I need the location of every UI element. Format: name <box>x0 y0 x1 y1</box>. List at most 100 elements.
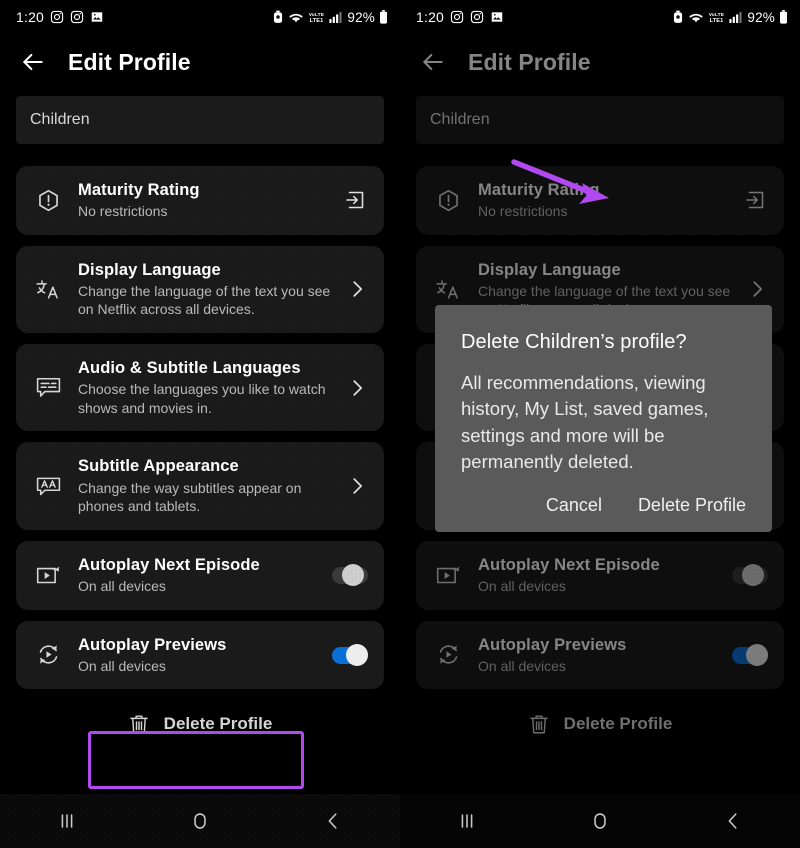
setting-row-maturity-rating[interactable]: Maturity Rating No restrictions <box>16 166 384 235</box>
setting-text: Autoplay Previews On all devices <box>64 635 342 676</box>
toggle-knob <box>346 643 368 666</box>
setting-title: Display Language <box>78 260 221 279</box>
back-icon[interactable] <box>713 804 753 838</box>
setting-row-display-language[interactable]: Display Language Change the language of … <box>16 245 384 334</box>
setting-title: Autoplay Previews <box>78 635 227 654</box>
subtitle-appearance-icon <box>32 474 64 499</box>
dialog-actions: Cancel Delete Profile <box>461 495 746 516</box>
photos-icon <box>490 10 504 24</box>
instagram-icon <box>470 10 484 24</box>
dialog-confirm-delete-button[interactable]: Delete Profile <box>638 495 746 516</box>
toggle-knob <box>742 564 764 587</box>
status-time: 1:20 <box>16 9 45 25</box>
autoplay-next-episode-toggle[interactable] <box>732 564 768 587</box>
status-bar: 1:20 VoLTE LTE1 92% <box>0 0 400 34</box>
dialog-cancel-button[interactable]: Cancel <box>546 495 602 516</box>
setting-subtitle: On all devices <box>478 657 566 674</box>
setting-text: Autoplay Previews On all devices <box>464 635 742 676</box>
trash-icon <box>528 713 550 736</box>
back-arrow-icon[interactable] <box>20 49 46 75</box>
chevron-right-icon[interactable] <box>342 475 368 497</box>
setting-text: Maturity Rating No restrictions <box>464 180 742 221</box>
setting-row-subtitle-appearance[interactable]: Subtitle Appearance Change the way subti… <box>16 442 384 530</box>
back-icon[interactable] <box>313 804 353 838</box>
page-title: Edit Profile <box>68 48 191 75</box>
autoplay-next-icon <box>32 563 64 587</box>
battery-icon <box>779 10 788 24</box>
instagram-icon <box>70 10 84 24</box>
page-title: Edit Profile <box>468 48 591 75</box>
delete-profile-button[interactable]: Delete Profile <box>416 700 784 748</box>
profile-name-input[interactable]: Children <box>416 96 784 144</box>
toggle-knob <box>746 643 768 666</box>
instagram-icon <box>450 10 464 24</box>
autoplay-next-episode-toggle[interactable] <box>332 564 368 587</box>
setting-subtitle: Change the way subtitles appear on phone… <box>78 479 302 515</box>
autoplay-previews-toggle[interactable] <box>332 643 368 666</box>
setting-text: Autoplay Next Episode On all devices <box>64 555 342 596</box>
trash-icon <box>128 713 150 736</box>
toggle-knob <box>342 564 364 587</box>
volte-icon: VoLTE LTE1 <box>308 10 325 24</box>
translate-icon <box>432 277 464 302</box>
setting-row-maturity-rating[interactable]: Maturity Rating No restrictions <box>416 166 784 235</box>
alarm-icon <box>272 10 284 24</box>
dialog-body: All recommendations, viewing history, My… <box>461 372 709 472</box>
enter-box-arrow-icon[interactable] <box>742 188 768 212</box>
autoplay-next-icon <box>432 563 464 587</box>
left-phone-screen: 1:20 VoLTE LTE1 92% Edit Profile Childre… <box>0 0 400 848</box>
status-bar-right: VoLTE LTE1 92% <box>672 10 788 25</box>
maturity-rating-icon <box>32 188 64 213</box>
translate-icon <box>32 277 64 302</box>
battery-percent: 92% <box>347 9 375 25</box>
subtitle-bubble-icon <box>32 375 64 400</box>
enter-box-arrow-icon[interactable] <box>342 188 368 212</box>
wifi-icon <box>688 11 704 24</box>
home-icon[interactable] <box>580 804 620 838</box>
autoplay-previews-icon <box>432 642 464 667</box>
profile-name-value: Children <box>430 111 490 128</box>
setting-title: Display Language <box>478 260 621 279</box>
setting-title: Autoplay Next Episode <box>478 555 660 574</box>
autoplay-previews-icon <box>32 642 64 667</box>
recents-icon[interactable] <box>447 804 487 838</box>
recents-icon[interactable] <box>47 804 87 838</box>
setting-row-autoplay-previews[interactable]: Autoplay Previews On all devices <box>416 620 784 690</box>
right-phone-screen: 1:20 VoLTE LTE1 92% Edit Profile Childre… <box>400 0 800 848</box>
setting-text: Display Language Change the language of … <box>64 260 342 319</box>
battery-percent: 92% <box>747 9 775 25</box>
app-bar: Edit Profile <box>400 34 800 90</box>
setting-subtitle: On all devices <box>78 577 166 594</box>
setting-row-autoplay-previews[interactable]: Autoplay Previews On all devices <box>16 620 384 690</box>
setting-row-autoplay-next-episode[interactable]: Autoplay Next Episode On all devices <box>416 540 784 610</box>
status-bar-left: 1:20 <box>16 9 104 25</box>
setting-title: Maturity Rating <box>78 181 200 199</box>
home-icon[interactable] <box>180 804 220 838</box>
setting-text: Maturity Rating No restrictions <box>64 180 342 221</box>
setting-subtitle: No restrictions <box>478 203 568 220</box>
status-bar-left: 1:20 <box>416 9 504 25</box>
app-bar: Edit Profile <box>0 34 400 90</box>
back-arrow-icon[interactable] <box>420 49 446 75</box>
autoplay-previews-toggle[interactable] <box>732 643 768 666</box>
android-nav-bar <box>0 794 400 848</box>
setting-title: Maturity Rating <box>478 181 600 199</box>
profile-name-input[interactable]: Children <box>16 96 384 144</box>
svg-text:LTE1: LTE1 <box>710 18 724 24</box>
chevron-right-icon[interactable] <box>342 377 368 399</box>
chevron-right-icon[interactable] <box>342 278 368 300</box>
instagram-icon <box>50 10 64 24</box>
chevron-right-icon[interactable] <box>742 278 768 300</box>
delete-profile-button[interactable]: Delete Profile <box>16 700 384 748</box>
profile-name-value: Children <box>30 111 90 128</box>
status-bar: 1:20 VoLTE LTE1 92% <box>400 0 800 34</box>
setting-title: Subtitle Appearance <box>78 457 239 476</box>
setting-row-audio-subtitle-languages[interactable]: Audio & Subtitle Languages Choose the la… <box>16 344 384 432</box>
setting-row-autoplay-next-episode[interactable]: Autoplay Next Episode On all devices <box>16 540 384 610</box>
setting-text: Subtitle Appearance Change the way subti… <box>64 456 342 515</box>
screenshot-stage: 1:20 VoLTE LTE1 92% Edit Profile Childre… <box>0 0 800 848</box>
delete-profile-label: Delete Profile <box>563 714 673 734</box>
signal-icon <box>729 11 743 24</box>
setting-subtitle: On all devices <box>478 577 566 594</box>
android-nav-bar <box>400 794 800 848</box>
